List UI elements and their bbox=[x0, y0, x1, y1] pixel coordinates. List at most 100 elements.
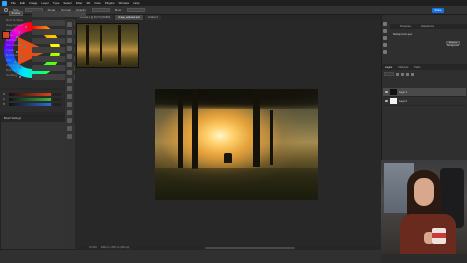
shape-filter-icon[interactable] bbox=[411, 73, 414, 76]
zoom-tool-icon[interactable] bbox=[67, 134, 72, 139]
crop-tool-icon[interactable] bbox=[67, 54, 72, 59]
brush-tool-icon[interactable] bbox=[67, 78, 72, 83]
flow-field[interactable] bbox=[126, 8, 145, 12]
menu-view[interactable]: View bbox=[94, 1, 100, 5]
layer-filter-bar bbox=[384, 72, 464, 76]
tools-panel bbox=[65, 19, 74, 247]
layer-thumbnail bbox=[390, 89, 397, 95]
photoshop-logo-icon[interactable] bbox=[2, 0, 7, 6]
document-info[interactable]: 4000 px x 2667 px (300 ppi) bbox=[101, 247, 129, 249]
visibility-eye-icon[interactable] bbox=[385, 91, 388, 93]
lock-icon[interactable] bbox=[18, 75, 21, 78]
slider-value-r[interactable] bbox=[53, 93, 61, 96]
slider-track-r[interactable] bbox=[9, 93, 51, 96]
remove-background-button[interactable]: Remove Background bbox=[446, 41, 460, 47]
photo-tree-trunk bbox=[270, 110, 273, 165]
menu-file[interactable]: File bbox=[11, 1, 16, 5]
libraries-icon[interactable] bbox=[383, 43, 387, 47]
menu-edit[interactable]: Edit bbox=[20, 1, 25, 5]
eyedropper-tool-icon[interactable] bbox=[67, 62, 72, 67]
eraser-tool-icon[interactable] bbox=[67, 94, 72, 99]
slider-row-b: B bbox=[3, 103, 61, 106]
menu-image[interactable]: Image bbox=[29, 1, 37, 5]
menu-layer[interactable]: Layer bbox=[41, 1, 49, 5]
swatches-icon[interactable] bbox=[383, 50, 387, 54]
share-button[interactable]: Share bbox=[432, 8, 444, 13]
lasso-tool-icon[interactable] bbox=[67, 38, 72, 43]
slider-label-r: R bbox=[3, 93, 5, 96]
photo-tree-trunk bbox=[192, 89, 198, 169]
lock-icon[interactable] bbox=[24, 45, 27, 48]
brush-option-label: Smoothing bbox=[6, 75, 17, 77]
quick-select-tool-icon[interactable] bbox=[67, 46, 72, 51]
tab-layers[interactable]: Layers bbox=[385, 66, 392, 69]
webcam-person-face bbox=[414, 178, 434, 206]
menu-select[interactable]: Select bbox=[63, 1, 71, 5]
layer-list: Layer 1 Layer 0 bbox=[383, 88, 466, 106]
history-icon[interactable] bbox=[383, 22, 387, 26]
layer-row[interactable]: Layer 0 bbox=[383, 97, 466, 106]
slider-track-g[interactable] bbox=[9, 98, 51, 101]
layer-thumbnail bbox=[390, 98, 397, 104]
slider-track-b[interactable] bbox=[9, 103, 51, 106]
type-filter-icon[interactable] bbox=[406, 73, 409, 76]
hand-tool-icon[interactable] bbox=[67, 126, 72, 131]
zoom-level[interactable]: 33.33% bbox=[89, 247, 97, 249]
lock-icon[interactable] bbox=[16, 70, 19, 73]
layer-name: Layer 0 bbox=[399, 99, 407, 103]
lock-icon[interactable] bbox=[15, 35, 18, 38]
opacity-field[interactable] bbox=[91, 8, 110, 12]
pixel-filter-icon[interactable] bbox=[396, 73, 399, 76]
layers-panel-tabs: Layers Channels Paths bbox=[382, 64, 467, 70]
flow-label: Flow: bbox=[114, 8, 122, 12]
menu-3d[interactable]: 3D bbox=[86, 1, 90, 5]
move-tool-icon[interactable] bbox=[67, 22, 72, 27]
visibility-eye-icon[interactable] bbox=[385, 100, 388, 102]
lock-icon[interactable] bbox=[19, 55, 22, 58]
adjustments-icon[interactable] bbox=[383, 36, 387, 40]
slider-label-g: G bbox=[3, 98, 5, 101]
horizontal-scrollbar[interactable] bbox=[205, 247, 295, 249]
slider-value-b[interactable] bbox=[53, 103, 61, 106]
menu-help[interactable]: Help bbox=[133, 1, 139, 5]
dock-icon-strip bbox=[381, 20, 389, 56]
brush-preset-icon[interactable] bbox=[4, 8, 8, 12]
clone-stamp-tool-icon[interactable] bbox=[67, 86, 72, 91]
menu-window[interactable]: Window bbox=[119, 1, 130, 5]
brush-param-row[interactable] bbox=[32, 11, 86, 17]
properties-tabs: Properties Adjustments bbox=[390, 24, 467, 29]
menu-plugins[interactable]: Plugins bbox=[105, 1, 115, 5]
photo-tree-trunk bbox=[253, 89, 260, 167]
photo-grass bbox=[155, 168, 318, 200]
tab-paths[interactable]: Paths bbox=[414, 66, 420, 69]
lock-icon[interactable] bbox=[25, 25, 28, 28]
lock-icon[interactable] bbox=[16, 50, 19, 53]
thumbnail-tree bbox=[100, 25, 102, 61]
slider-label-b: B bbox=[3, 103, 5, 106]
tab-channels[interactable]: Channels bbox=[398, 66, 408, 69]
slider-row-r: R bbox=[3, 93, 61, 96]
slider-value-g[interactable] bbox=[53, 98, 61, 101]
lock-icon[interactable] bbox=[19, 65, 22, 68]
adjustment-filter-icon[interactable] bbox=[401, 73, 404, 76]
dock-footer bbox=[381, 254, 467, 263]
tab-properties[interactable]: Properties bbox=[400, 24, 411, 29]
lock-icon[interactable] bbox=[18, 30, 21, 33]
lock-icon[interactable] bbox=[13, 60, 16, 63]
lock-icon[interactable] bbox=[19, 40, 22, 43]
healing-brush-tool-icon[interactable] bbox=[67, 70, 72, 75]
menu-type[interactable]: Type bbox=[53, 1, 60, 5]
brushes-button[interactable]: Brushes bbox=[9, 11, 23, 16]
type-tool-icon[interactable] bbox=[67, 118, 72, 123]
layer-kind-select[interactable] bbox=[384, 72, 394, 76]
gradient-tool-icon[interactable] bbox=[67, 102, 72, 107]
menu-filter[interactable]: Filter bbox=[76, 1, 83, 5]
layer-row[interactable]: Layer 1 bbox=[383, 88, 466, 97]
properties-icon[interactable] bbox=[383, 29, 387, 33]
thumbnail-tree bbox=[86, 25, 89, 65]
pen-tool-icon[interactable] bbox=[67, 110, 72, 115]
brush-option[interactable]: Smoothing bbox=[6, 74, 32, 79]
tab-adjustments[interactable]: Adjustments bbox=[421, 24, 434, 29]
marquee-tool-icon[interactable] bbox=[67, 30, 72, 35]
properties-title: Background Layer bbox=[393, 33, 413, 36]
